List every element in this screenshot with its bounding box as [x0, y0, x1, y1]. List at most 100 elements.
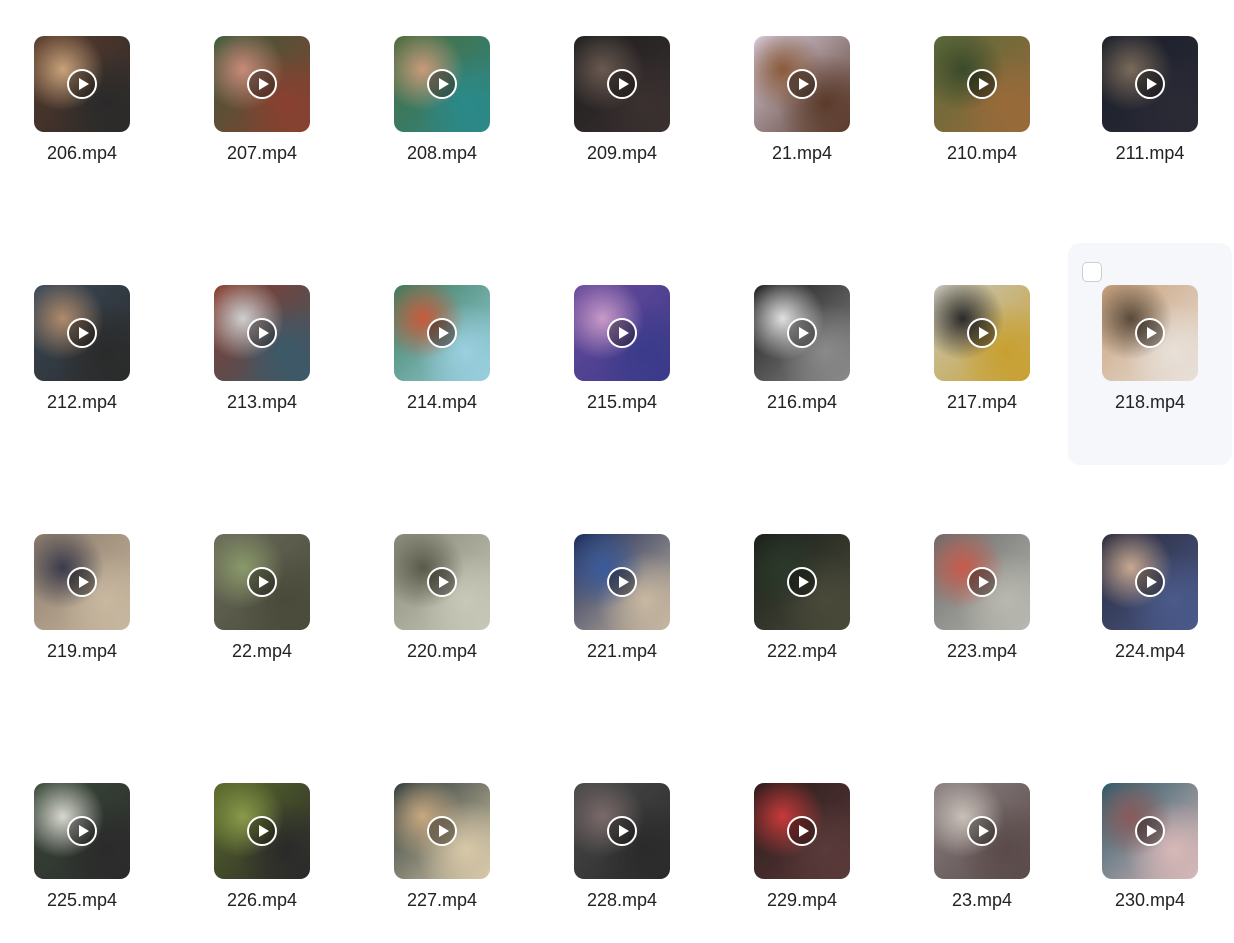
video-file-item[interactable]: 226.mp4 [180, 747, 344, 943]
play-icon[interactable] [1135, 69, 1165, 99]
video-file-item[interactable]: 208.mp4 [360, 0, 524, 222]
video-thumbnail[interactable] [934, 36, 1030, 132]
video-thumbnail[interactable] [754, 534, 850, 630]
video-thumbnail[interactable] [1102, 285, 1198, 381]
file-name-label: 229.mp4 [766, 890, 838, 910]
play-icon[interactable] [247, 567, 277, 597]
video-thumbnail[interactable] [394, 36, 490, 132]
video-thumbnail[interactable] [394, 534, 490, 630]
play-icon[interactable] [247, 69, 277, 99]
file-name-label: 215.mp4 [586, 392, 658, 412]
video-file-item[interactable]: 206.mp4 [0, 0, 164, 222]
video-thumbnail[interactable] [214, 534, 310, 630]
play-icon[interactable] [607, 816, 637, 846]
video-file-item[interactable]: 219.mp4 [0, 498, 164, 720]
play-icon[interactable] [427, 318, 457, 348]
video-file-item[interactable]: 217.mp4 [900, 249, 1064, 471]
file-name-label: 208.mp4 [406, 143, 478, 163]
play-icon[interactable] [787, 567, 817, 597]
play-icon[interactable] [607, 318, 637, 348]
video-file-item[interactable]: 220.mp4 [360, 498, 524, 720]
file-name-label: 223.mp4 [946, 641, 1018, 661]
video-thumbnail[interactable] [934, 783, 1030, 879]
play-icon[interactable] [607, 567, 637, 597]
play-icon[interactable] [607, 69, 637, 99]
video-thumbnail[interactable] [574, 783, 670, 879]
video-thumbnail[interactable] [754, 285, 850, 381]
video-thumbnail[interactable] [34, 36, 130, 132]
play-icon[interactable] [427, 567, 457, 597]
play-icon[interactable] [427, 816, 457, 846]
video-thumbnail[interactable] [754, 783, 850, 879]
file-grid: 206.mp4 207.mp4 208.mp4 209.mp4 21.mp4 210.mp… [0, 0, 1234, 943]
video-thumbnail[interactable] [394, 783, 490, 879]
select-checkbox[interactable] [1082, 262, 1102, 282]
play-icon[interactable] [1135, 318, 1165, 348]
file-name-label: 224.mp4 [1114, 641, 1186, 661]
video-file-item[interactable]: 230.mp4 [1068, 747, 1232, 943]
video-thumbnail[interactable] [34, 534, 130, 630]
video-thumbnail[interactable] [934, 534, 1030, 630]
video-file-item[interactable]: 23.mp4 [900, 747, 1064, 943]
file-name-label: 228.mp4 [586, 890, 658, 910]
video-thumbnail[interactable] [214, 783, 310, 879]
video-thumbnail[interactable] [34, 285, 130, 381]
play-icon[interactable] [427, 69, 457, 99]
video-file-item[interactable]: 216.mp4 [720, 249, 884, 471]
video-file-item[interactable]: 228.mp4 [540, 747, 704, 943]
video-thumbnail[interactable] [1102, 36, 1198, 132]
file-name-label: 221.mp4 [586, 641, 658, 661]
video-thumbnail[interactable] [754, 36, 850, 132]
video-file-item[interactable]: 210.mp4 [900, 0, 1064, 222]
video-file-item[interactable]: 212.mp4 [0, 249, 164, 471]
play-icon[interactable] [967, 69, 997, 99]
play-icon[interactable] [1135, 567, 1165, 597]
file-name-label: 219.mp4 [46, 641, 118, 661]
video-thumbnail[interactable] [394, 285, 490, 381]
video-thumbnail[interactable] [574, 36, 670, 132]
video-file-item[interactable]: 209.mp4 [540, 0, 704, 222]
video-file-item[interactable]: 223.mp4 [900, 498, 1064, 720]
file-name-label: 214.mp4 [406, 392, 478, 412]
video-thumbnail[interactable] [34, 783, 130, 879]
video-thumbnail[interactable] [214, 36, 310, 132]
video-file-item[interactable]: 21.mp4 [720, 0, 884, 222]
video-file-item[interactable]: 221.mp4 [540, 498, 704, 720]
video-file-item[interactable]: 224.mp4 [1068, 498, 1232, 720]
video-file-item[interactable]: 22.mp4 [180, 498, 344, 720]
file-name-label: 217.mp4 [946, 392, 1018, 412]
play-icon[interactable] [67, 567, 97, 597]
play-icon[interactable] [67, 318, 97, 348]
play-icon[interactable] [247, 318, 277, 348]
video-file-item[interactable]: 229.mp4 [720, 747, 884, 943]
play-icon[interactable] [1135, 816, 1165, 846]
play-icon[interactable] [67, 816, 97, 846]
video-thumbnail[interactable] [934, 285, 1030, 381]
play-icon[interactable] [967, 318, 997, 348]
video-thumbnail[interactable] [574, 534, 670, 630]
video-thumbnail[interactable] [574, 285, 670, 381]
video-thumbnail[interactable] [214, 285, 310, 381]
video-file-item[interactable]: 207.mp4 [180, 0, 344, 222]
play-icon[interactable] [67, 69, 97, 99]
video-file-item[interactable]: 225.mp4 [0, 747, 164, 943]
video-file-item[interactable]: 213.mp4 [180, 249, 344, 471]
file-name-label: 22.mp4 [231, 641, 293, 661]
play-icon[interactable] [967, 567, 997, 597]
video-file-item[interactable]: 218.mp4 [1068, 243, 1232, 465]
video-file-item[interactable]: 227.mp4 [360, 747, 524, 943]
video-file-item[interactable]: 211.mp4 [1068, 0, 1232, 222]
video-file-item[interactable]: 222.mp4 [720, 498, 884, 720]
file-name-label: 226.mp4 [226, 890, 298, 910]
file-name-label: 210.mp4 [946, 143, 1018, 163]
play-icon[interactable] [247, 816, 277, 846]
video-file-item[interactable]: 215.mp4 [540, 249, 704, 471]
play-icon[interactable] [787, 816, 817, 846]
play-icon[interactable] [787, 69, 817, 99]
video-thumbnail[interactable] [1102, 783, 1198, 879]
play-icon[interactable] [787, 318, 817, 348]
video-thumbnail[interactable] [1102, 534, 1198, 630]
file-name-label: 206.mp4 [46, 143, 118, 163]
play-icon[interactable] [967, 816, 997, 846]
video-file-item[interactable]: 214.mp4 [360, 249, 524, 471]
